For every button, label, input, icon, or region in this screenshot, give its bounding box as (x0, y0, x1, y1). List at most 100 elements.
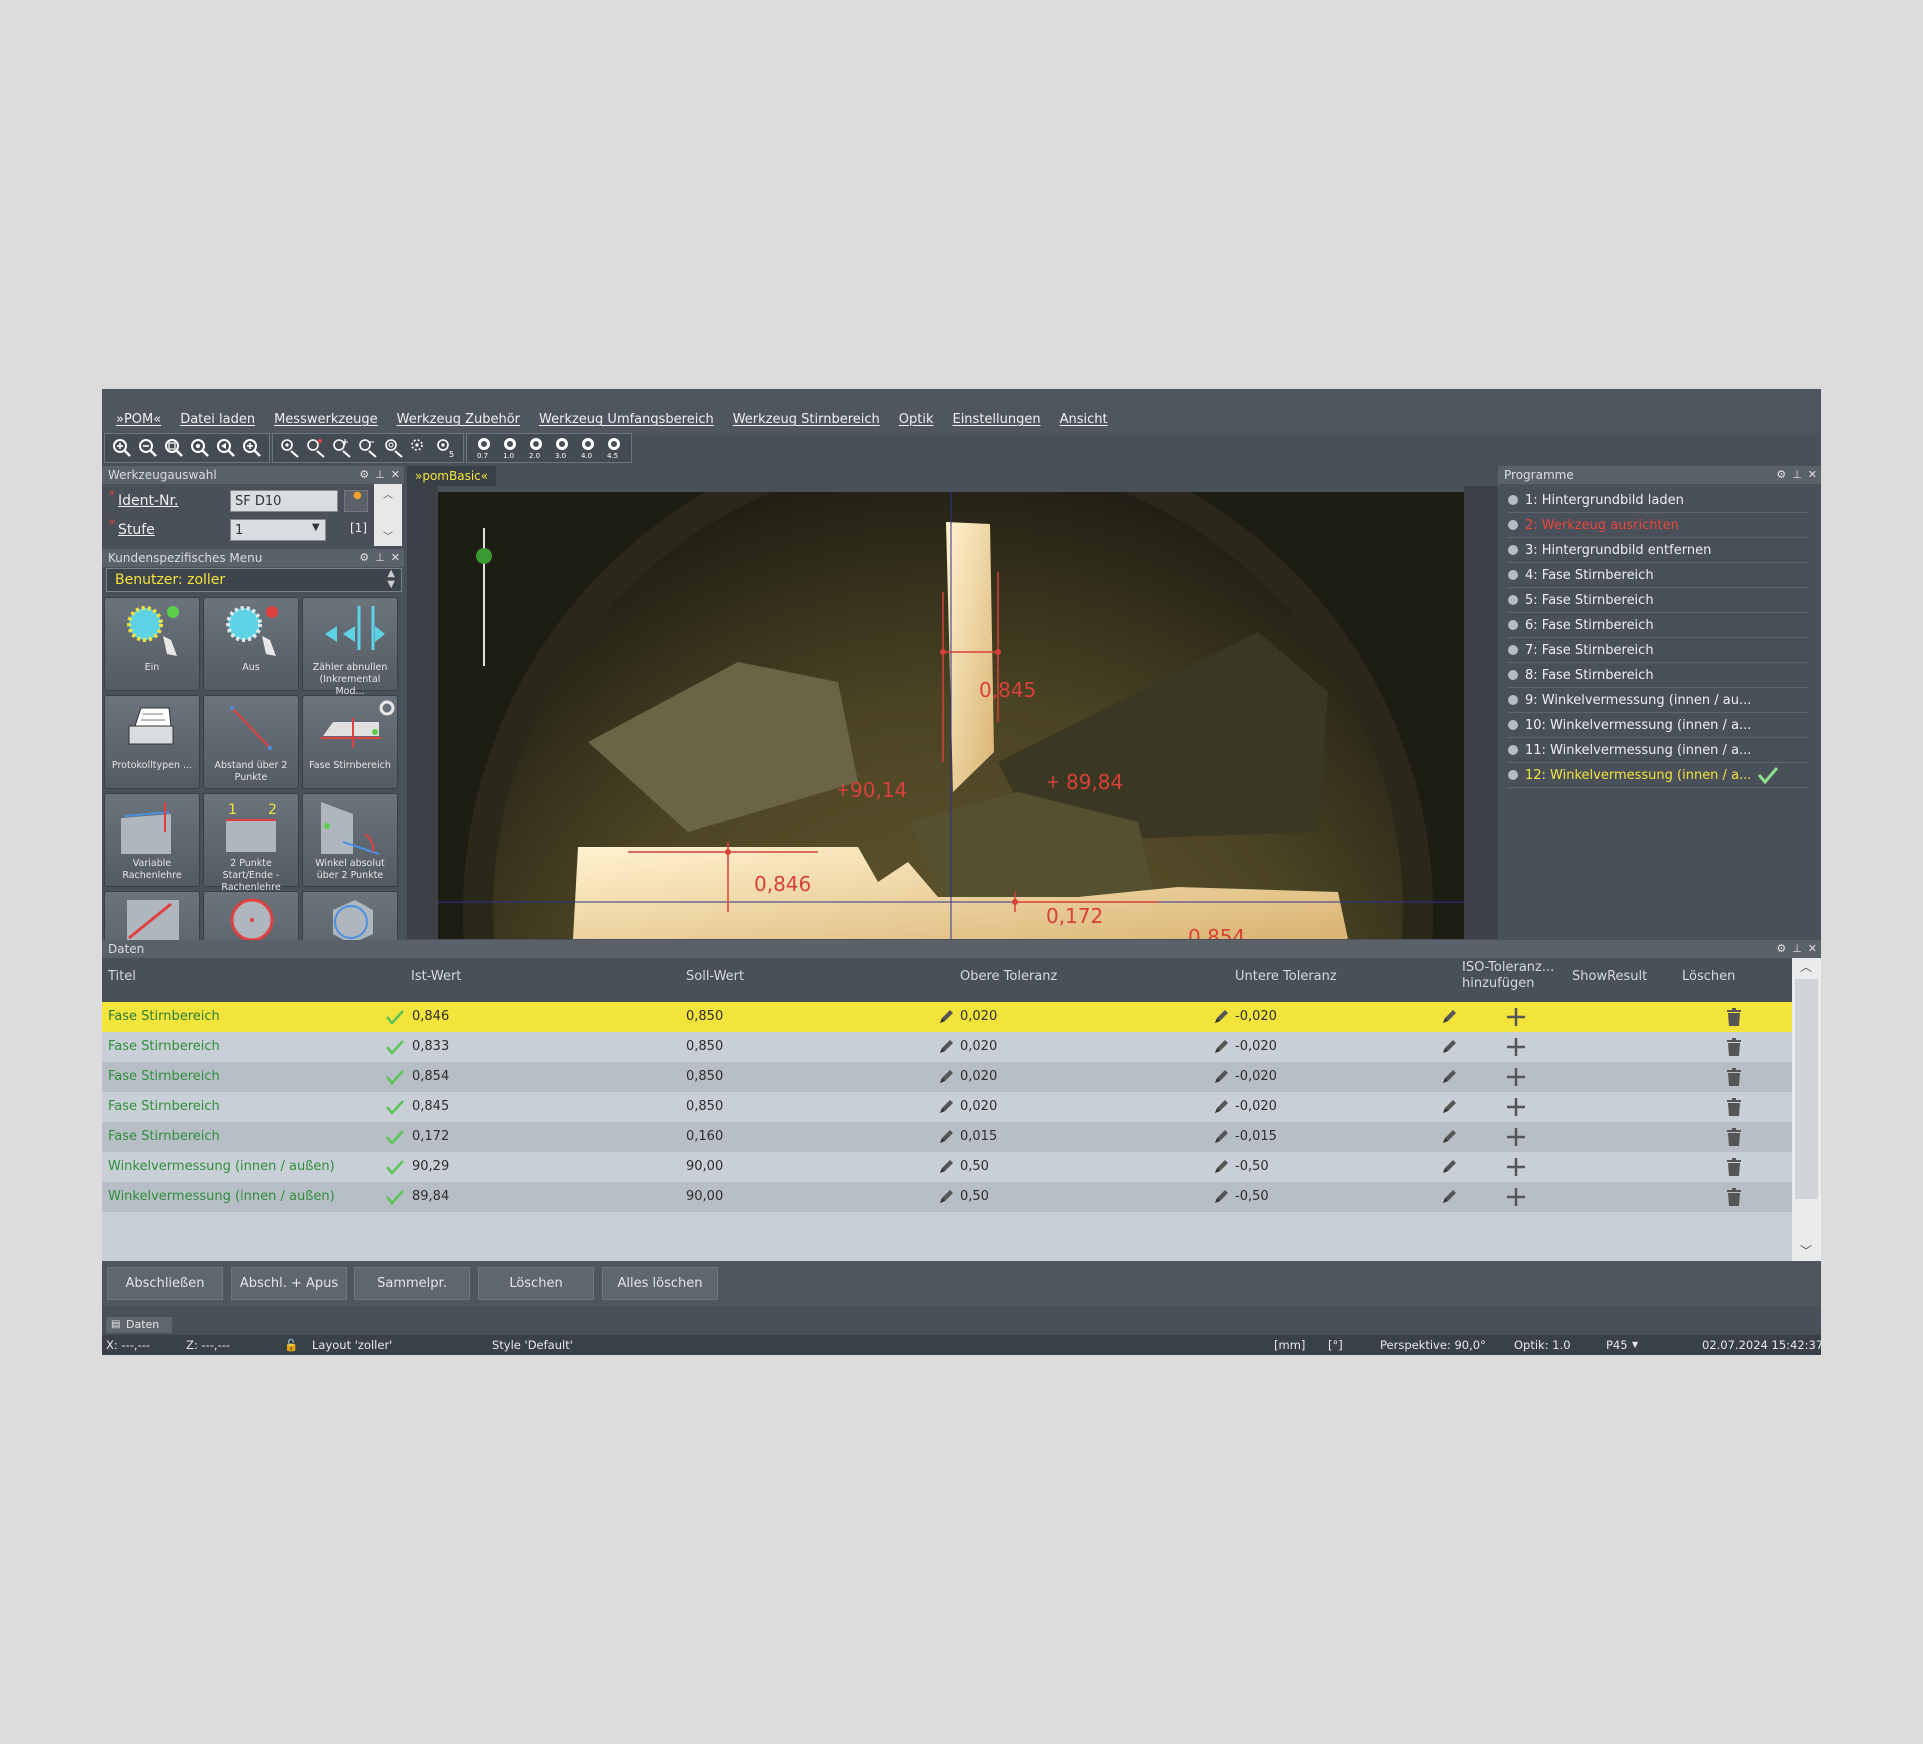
plus-icon[interactable] (1506, 1007, 1526, 1027)
col-soll[interactable]: Soll-Wert (686, 969, 744, 984)
plus-icon[interactable] (1506, 1037, 1526, 1057)
pencil-icon[interactable] (938, 1129, 954, 1145)
pencil-icon[interactable] (938, 1039, 954, 1055)
pencil-icon[interactable] (1213, 1159, 1229, 1175)
zoom-fit-icon[interactable] (161, 435, 187, 461)
row-untere[interactable]: -0,020 (1235, 1069, 1277, 1084)
pencil-icon[interactable] (938, 1189, 954, 1205)
row-untere[interactable]: -0,020 (1235, 1009, 1277, 1024)
row-untere[interactable]: -0,020 (1235, 1099, 1277, 1114)
pencil-icon[interactable] (1213, 1189, 1229, 1205)
pin-icon[interactable]: ⊥ (1792, 940, 1802, 958)
zoom-in-icon[interactable] (109, 435, 135, 461)
plus-icon[interactable] (1506, 1187, 1526, 1207)
menu-optik[interactable]: Optik (899, 412, 934, 427)
menu-datei-laden[interactable]: Datei laden (180, 412, 255, 427)
table-row[interactable]: Winkelvermessung (innen / außen) 90,29 90,… (102, 1152, 1792, 1182)
trash-icon[interactable] (1726, 1068, 1742, 1086)
pencil-icon[interactable] (1213, 1099, 1229, 1115)
table-row[interactable]: Fase Stirnbereich 0,854 0,850 0,020 -0,020 (102, 1062, 1792, 1092)
magnification-2-0-icon[interactable]: 2.0 (523, 435, 549, 461)
table-row[interactable]: Winkelvermessung (innen / außen) 89,84 90,… (102, 1182, 1792, 1212)
program-item[interactable]: 5: Fase Stirnbereich (1508, 588, 1808, 613)
tab-daten[interactable]: ▤ Daten (106, 1317, 172, 1333)
pencil-icon[interactable] (1441, 1189, 1457, 1205)
kbtn-protokolltypen[interactable]: Protokolltypen ... (104, 695, 200, 789)
tab-pombasic[interactable]: »pomBasic« (407, 466, 497, 486)
probe-5-icon[interactable] (381, 435, 407, 461)
status-unit-deg[interactable]: [°] (1328, 1338, 1343, 1352)
scroll-down-icon[interactable]: ﹀ (383, 528, 393, 543)
status-p45[interactable]: P45 (1606, 1338, 1628, 1352)
alles-loeschen-button[interactable]: Alles löschen (602, 1267, 718, 1300)
probe-6-icon[interactable] (407, 435, 433, 461)
probe-4-icon[interactable] (355, 435, 381, 461)
close-icon[interactable]: ✕ (391, 549, 400, 567)
probe-1-icon[interactable] (277, 435, 303, 461)
kbtn-variable-rachenlehre[interactable]: Variable Rachenlehre (104, 793, 200, 887)
program-item[interactable]: 7: Fase Stirnbereich (1508, 638, 1808, 663)
row-obere[interactable]: 0,020 (960, 1069, 997, 1084)
magnification-3-0-icon[interactable]: 3.0 (549, 435, 575, 461)
ident-input[interactable]: SF D10 (230, 490, 338, 512)
kbtn-fase-stirnbereich[interactable]: Fase Stirnbereich (302, 695, 398, 789)
magnification-0-7-icon[interactable]: 0.7 (471, 435, 497, 461)
plus-icon[interactable] (1506, 1127, 1526, 1147)
scroll-up-icon[interactable]: ︿ (383, 486, 393, 501)
trash-icon[interactable] (1726, 1188, 1742, 1206)
pencil-icon[interactable] (1441, 1069, 1457, 1085)
magnification-4-5-icon[interactable]: 4.5 (601, 435, 627, 461)
program-item[interactable]: 11: Winkelvermessung (innen / a... (1508, 738, 1808, 763)
pin-icon[interactable]: ⊥ (375, 549, 385, 567)
row-untere[interactable]: -0,50 (1235, 1159, 1269, 1174)
close-icon[interactable]: ✕ (391, 466, 400, 484)
row-obere[interactable]: 0,020 (960, 1039, 997, 1054)
table-row[interactable]: Fase Stirnbereich 0,833 0,850 0,020 -0,020 (102, 1032, 1792, 1062)
kbtn-aus[interactable]: Aus (203, 597, 299, 691)
loeschen-button[interactable]: Löschen (478, 1267, 594, 1300)
pencil-icon[interactable] (938, 1159, 954, 1175)
trash-icon[interactable] (1726, 1038, 1742, 1056)
row-obere[interactable]: 0,50 (960, 1189, 989, 1204)
row-untere[interactable]: -0,50 (1235, 1189, 1269, 1204)
col-untere[interactable]: Untere Toleranz (1235, 969, 1337, 984)
updown-icon[interactable]: ▲ ▼ (387, 568, 395, 590)
col-obere[interactable]: Obere Toleranz (960, 969, 1057, 984)
abschliessen-button[interactable]: Abschließen (107, 1267, 223, 1300)
pencil-icon[interactable] (1441, 1159, 1457, 1175)
zoom-previous-icon[interactable] (213, 435, 239, 461)
kbtn-ein[interactable]: Ein (104, 597, 200, 691)
table-row[interactable]: Fase Stirnbereich 0,846 0,850 0,020 -0,020 (102, 1002, 1792, 1032)
plus-icon[interactable] (1506, 1097, 1526, 1117)
trash-icon[interactable] (1726, 1128, 1742, 1146)
zoom-reset-icon[interactable] (239, 435, 265, 461)
col-showresult[interactable]: ShowResult (1572, 969, 1647, 984)
magnification-1-0-icon[interactable]: 1.0 (497, 435, 523, 461)
kbtn-zaehler-abnullen[interactable]: Zähler abnullen (Inkremental Mod... (302, 597, 398, 697)
col-ist[interactable]: Ist-Wert (411, 969, 461, 984)
close-icon[interactable]: ✕ (1808, 940, 1817, 958)
menu-ansicht[interactable]: Ansicht (1060, 412, 1108, 427)
kbtn-winkel-absolut[interactable]: Winkel absolut über 2 Punkte (302, 793, 398, 887)
pencil-icon[interactable] (1441, 1099, 1457, 1115)
menu-einstellungen[interactable]: Einstellungen (952, 412, 1040, 427)
table-row[interactable]: Fase Stirnbereich 0,172 0,160 0,015 -0,015 (102, 1122, 1792, 1152)
status-unit-mm[interactable]: [mm] (1274, 1338, 1305, 1352)
row-obere[interactable]: 0,50 (960, 1159, 989, 1174)
trash-icon[interactable] (1726, 1158, 1742, 1176)
pencil-icon[interactable] (1441, 1129, 1457, 1145)
magnification-4-0-icon[interactable]: 4.0 (575, 435, 601, 461)
program-item[interactable]: 2: Werkzeug ausrichten (1508, 513, 1808, 538)
program-item[interactable]: 10: Winkelvermessung (innen / a... (1508, 713, 1808, 738)
probe-7-icon[interactable]: 5 (433, 435, 459, 461)
menu-pom[interactable]: »POM« (116, 412, 161, 427)
trash-icon[interactable] (1726, 1098, 1742, 1116)
werkzeug-scrollbar[interactable]: ︿ ﹀ (374, 484, 402, 546)
menu-werkzeug-stirnbereich[interactable]: Werkzeug Stirnbereich (733, 412, 880, 427)
user-select[interactable]: Benutzer: zoller ▲ ▼ (106, 568, 402, 592)
program-item[interactable]: 9: Winkelvermessung (innen / au... (1508, 688, 1808, 713)
table-row[interactable]: Fase Stirnbereich 0,845 0,850 0,020 -0,020 (102, 1092, 1792, 1122)
plus-icon[interactable] (1506, 1157, 1526, 1177)
pencil-icon[interactable] (1213, 1129, 1229, 1145)
program-item[interactable]: 6: Fase Stirnbereich (1508, 613, 1808, 638)
